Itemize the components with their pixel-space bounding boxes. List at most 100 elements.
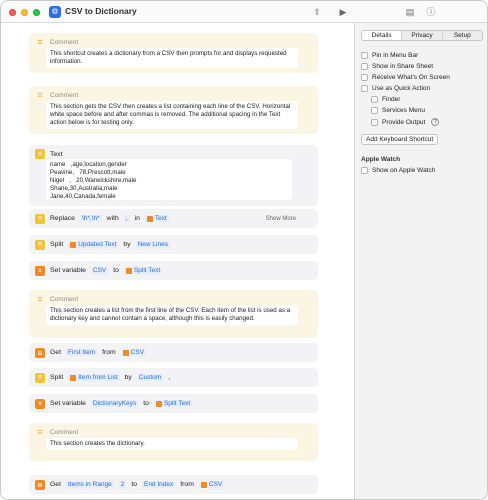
info-icon[interactable]: ⓘ — [425, 6, 437, 18]
run-icon[interactable]: ▶ — [337, 6, 349, 18]
range-start-field[interactable]: 2 — [118, 481, 127, 488]
to-label: to — [113, 267, 119, 274]
comment-action[interactable]: ≡ Comment This section creates a list fr… — [29, 290, 318, 338]
close-window-button[interactable] — [9, 9, 16, 16]
option-label: Provide Output — [382, 118, 426, 126]
by-label: by — [123, 241, 131, 248]
variable-icon: x — [35, 398, 45, 409]
input-variable-token[interactable]: Split Text — [123, 267, 163, 274]
comment-icon: ≡ — [37, 37, 43, 47]
comment-text[interactable]: This section gets the CSV then creates a… — [46, 101, 298, 129]
find-pattern-field[interactable]: \h*,\h* — [79, 215, 102, 222]
input-variable-token[interactable]: CSV — [120, 349, 147, 356]
comment-action[interactable]: ≡ Comment This shortcut creates a dictio… — [29, 33, 318, 73]
set-variable-action[interactable]: x Set variable DictionaryKeys to Split T… — [29, 394, 318, 413]
details-sidebar: Details Privacy Setup Pin in Menu Bar Sh… — [355, 23, 487, 499]
tab-privacy[interactable]: Privacy — [402, 31, 443, 40]
separator-field[interactable]: Custom — [136, 374, 164, 381]
comment-label: Comment — [50, 428, 79, 436]
zoom-window-button[interactable] — [33, 9, 40, 16]
comment-text[interactable]: This section creates the dictionary. — [46, 438, 298, 450]
minimize-window-button[interactable] — [21, 9, 28, 16]
comment-label: Comment — [50, 91, 79, 99]
action-verb: Get — [50, 481, 61, 488]
from-label: from — [102, 349, 116, 356]
list-icon: ≣ — [35, 347, 45, 358]
window-title[interactable]: CSV to Dictionary — [65, 6, 137, 16]
in-label: in — [134, 215, 140, 222]
comment-header: ≡ Comment — [35, 90, 78, 100]
item-selector[interactable]: First Item — [65, 349, 98, 356]
variable-name-field[interactable]: DictionaryKeys — [90, 400, 139, 407]
action-verb: Split — [50, 374, 64, 381]
action-verb: Split — [50, 241, 64, 248]
custom-separator-field[interactable]: , — [168, 374, 170, 381]
provide-output-option[interactable]: Provide Output ? — [371, 118, 440, 126]
replacement-field[interactable]: , — [123, 215, 130, 222]
finder-checkbox[interactable] — [371, 96, 378, 103]
replace-text-action[interactable]: ≡ Replace \h*,\h* with , in Text Show Mo… — [29, 209, 318, 228]
finder-option[interactable]: Finder — [371, 96, 400, 103]
comment-text[interactable]: This section creates a list from the fir… — [46, 305, 298, 325]
split-text-action[interactable]: ≡ Split Item from List by Custom , — [29, 368, 318, 387]
get-items-in-range-action[interactable]: ≣ Get Items in Range 2 to End Index from… — [29, 475, 318, 494]
split-icon: ≡ — [35, 239, 45, 250]
option-label: Show on Apple Watch — [372, 167, 436, 174]
set-variable-action[interactable]: x Set variable CSV to Split Text — [29, 261, 318, 280]
tab-setup[interactable]: Setup — [443, 31, 482, 40]
input-variable-token[interactable]: CSV — [198, 481, 225, 488]
comment-action[interactable]: ≡ Comment This section gets the CSV then… — [29, 86, 318, 134]
show-on-apple-watch-option[interactable]: Show on Apple Watch — [361, 167, 435, 174]
shortcut-icon[interactable]: ⚙ — [49, 6, 61, 18]
comment-text[interactable]: This shortcut creates a dictionary from … — [46, 48, 298, 68]
share-icon[interactable]: ⇪ — [311, 6, 323, 18]
option-label: Use as Quick Action — [372, 85, 431, 92]
services-menu-option[interactable]: Services Menu — [371, 107, 425, 114]
comment-label: Comment — [50, 38, 79, 46]
apple-watch-heading: Apple Watch — [361, 156, 401, 163]
replace-icon: ≡ — [35, 213, 45, 224]
apple-watch-checkbox[interactable] — [361, 167, 368, 174]
pin-menu-bar-checkbox[interactable] — [361, 52, 368, 59]
receive-on-screen-checkbox[interactable] — [361, 74, 368, 81]
services-menu-checkbox[interactable] — [371, 107, 378, 114]
quick-action-option[interactable]: Use as Quick Action — [361, 85, 430, 92]
text-action-header: ≡ Text — [35, 149, 62, 159]
from-label: from — [180, 481, 194, 488]
action-verb: Set variable — [50, 400, 86, 407]
action-verb: Set variable — [50, 267, 86, 274]
input-variable-token[interactable]: Split Text — [153, 400, 193, 407]
provide-output-checkbox[interactable] — [371, 118, 378, 126]
add-keyboard-shortcut-button[interactable]: Add Keyboard Shortcut — [361, 134, 439, 145]
text-action-content[interactable]: name ,age,location,gender Peavine, 78,Pr… — [46, 159, 292, 200]
library-icon[interactable]: ▤ — [404, 6, 416, 18]
comment-action[interactable]: ≡ Comment This section creates the dicti… — [29, 423, 318, 461]
pin-in-menu-bar-option[interactable]: Pin in Menu Bar — [361, 52, 418, 59]
option-label: Services Menu — [382, 107, 425, 114]
text-action[interactable]: ≡ Text name ,age,location,gender Peavine… — [29, 145, 318, 206]
item-selector[interactable]: Items in Range — [65, 481, 114, 488]
show-in-share-sheet-option[interactable]: Show in Share Sheet — [361, 63, 433, 70]
separator-field[interactable]: New Lines — [135, 241, 170, 248]
shortcut-editor: ≡ Comment This shortcut creates a dictio… — [1, 23, 355, 499]
receive-on-screen-option[interactable]: Receive What's On Screen — [361, 74, 450, 81]
split-text-action[interactable]: ≡ Split Updated Text by New Lines — [29, 235, 318, 254]
variable-name-field[interactable]: CSV — [90, 267, 109, 274]
comment-icon: ≡ — [37, 294, 43, 304]
get-item-action[interactable]: ≣ Get First Item from CSV — [29, 343, 318, 362]
show-more-button[interactable]: Show More — [266, 216, 296, 222]
with-label: with — [106, 215, 119, 222]
tab-details[interactable]: Details — [362, 31, 403, 40]
title-bar: ⚙ CSV to Dictionary ⇪ ▶ ▤ ⓘ — [1, 1, 487, 23]
list-icon: ≣ — [35, 479, 45, 490]
window-controls — [9, 9, 40, 16]
input-variable-token[interactable]: Text — [144, 215, 169, 222]
help-icon[interactable]: ? — [431, 118, 440, 126]
range-end-field[interactable]: End Index — [141, 481, 176, 488]
option-label: Pin in Menu Bar — [372, 52, 419, 59]
app-window: ⚙ CSV to Dictionary ⇪ ▶ ▤ ⓘ ≡ Comment Th… — [0, 0, 488, 500]
quick-action-checkbox[interactable] — [361, 85, 368, 92]
input-variable-token[interactable]: Item from List — [68, 374, 120, 381]
input-variable-token[interactable]: Updated Text — [68, 241, 119, 248]
share-sheet-checkbox[interactable] — [361, 63, 368, 70]
